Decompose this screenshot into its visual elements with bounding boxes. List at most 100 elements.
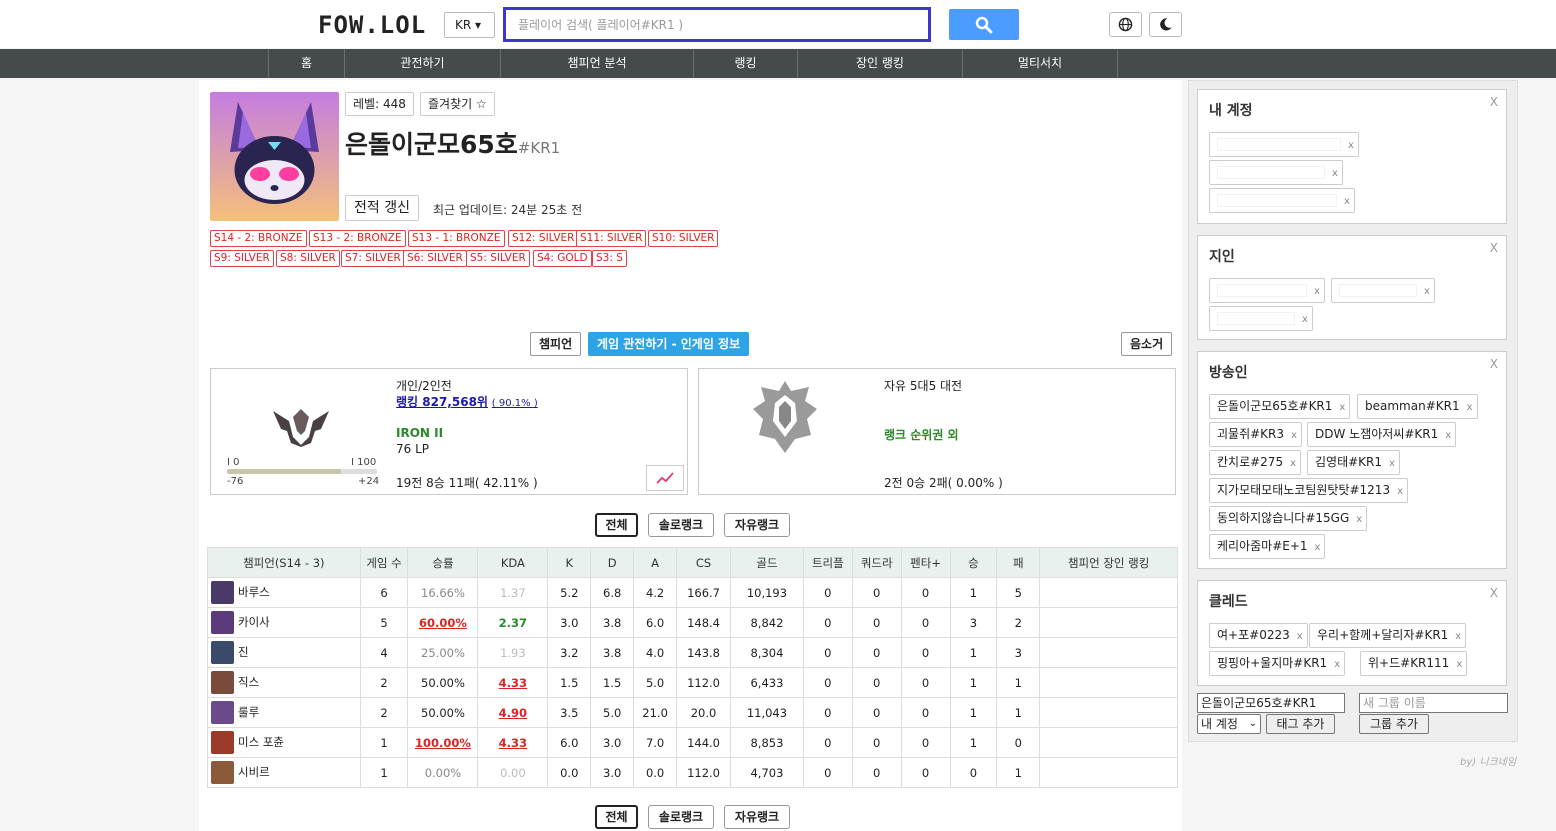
refresh-button[interactable]: 전적 갱신 (345, 195, 419, 221)
solo-ranking[interactable]: 랭킹 827,568위 ( 90.1% ) (396, 393, 538, 410)
player-chip[interactable]: 지가모태모태노코팀원탓탓#1213 x (1209, 478, 1408, 503)
column-header[interactable]: 챔피언 장인 랭킹 (1039, 547, 1178, 578)
nav-home[interactable]: 홈 (268, 49, 344, 78)
tag-name-input[interactable]: 은돌이군모65호#KR1 (1197, 693, 1345, 713)
remove-icon[interactable]: x (1456, 659, 1462, 670)
remove-icon[interactable]: x (1332, 168, 1338, 179)
player-chip[interactable]: 동의하지않습니다#15GG x (1209, 506, 1368, 531)
close-icon[interactable]: X (1490, 586, 1498, 600)
nav-champion-analysis[interactable]: 챔피언 분석 (500, 49, 693, 78)
filter-flex-bottom[interactable]: 자유랭크 (724, 805, 790, 829)
player-chip[interactable]: 핑핑아+울지마#KR1 x (1209, 651, 1346, 676)
close-icon[interactable]: X (1490, 95, 1498, 109)
region-select[interactable]: KR ▾ (444, 12, 495, 38)
column-header[interactable]: KDA (477, 547, 549, 578)
filter-all-top[interactable]: 전체 (595, 513, 638, 537)
friend-chip[interactable]: x (1331, 278, 1435, 303)
player-chip[interactable]: DDW 노잼아저씨#KR1 x (1307, 422, 1457, 447)
solo-ranking-value[interactable]: 랭킹 827,568위 (396, 395, 488, 409)
group-name-input[interactable]: 새 그룹 이름 (1359, 693, 1508, 713)
player-chip[interactable]: 여+포#0223 x (1209, 623, 1308, 648)
remove-icon[interactable]: x (1344, 196, 1350, 207)
champion-cell[interactable]: 시비르 (207, 757, 361, 788)
player-chip[interactable]: 케리아줌마#E+1 x (1209, 534, 1326, 559)
search-button[interactable] (949, 9, 1019, 40)
champion-cell[interactable]: 룰루 (207, 697, 361, 728)
friend-chip[interactable]: x (1209, 278, 1325, 303)
site-logo[interactable]: FOW.LOL (318, 11, 426, 39)
account-chip[interactable]: x (1209, 188, 1355, 213)
table-row[interactable]: 진 4 25.00% 1.93 3.2 3.8 4.0 143.8 8,304 0 0 0 1 3 (207, 637, 1178, 668)
remove-icon[interactable]: x (1314, 286, 1320, 297)
lp-graph-button[interactable] (646, 465, 684, 491)
player-chip[interactable]: 은돌이군모65호#KR1 x (1209, 394, 1351, 419)
nav-spectate[interactable]: 관전하기 (344, 49, 500, 78)
remove-icon[interactable]: x (1356, 514, 1362, 525)
remove-icon[interactable]: x (1397, 486, 1403, 497)
column-header[interactable]: A (633, 547, 678, 578)
player-chip[interactable]: 칸치로#275 x (1209, 450, 1302, 475)
group-select[interactable]: 내 계정 ⌄ (1197, 714, 1261, 734)
remove-icon[interactable]: x (1291, 430, 1297, 441)
column-header[interactable]: 트리플 (802, 547, 853, 578)
column-header[interactable]: CS (676, 547, 731, 578)
column-header[interactable]: D (590, 547, 635, 578)
table-row[interactable]: 시비르 1 0.00% 0.00 0.0 3.0 0.0 112.0 4,703 0 0 0 0 1 (207, 757, 1178, 788)
remove-icon[interactable]: x (1467, 402, 1473, 413)
remove-icon[interactable]: x (1389, 458, 1395, 469)
table-row[interactable]: 직스 2 50.00% 4.33 1.5 1.5 5.0 112.0 6,433 0 0 0 1 1 (207, 667, 1178, 698)
column-header[interactable]: 챔피언(S14 - 3) (207, 547, 361, 578)
remove-icon[interactable]: x (1315, 542, 1321, 553)
filter-solo-top[interactable]: 솔로랭크 (648, 513, 714, 537)
add-group-button[interactable]: 그룹 추가 (1359, 714, 1429, 734)
remove-icon[interactable]: x (1445, 430, 1451, 441)
table-row[interactable]: 미스 포츈 1 100.00% 4.33 6.0 3.0 7.0 144.0 8,853 0 0 0 1… (207, 727, 1178, 758)
player-chip[interactable]: beamman#KR1 x (1357, 394, 1478, 419)
friend-chip[interactable]: x (1209, 306, 1313, 331)
column-header[interactable]: 게임 수 (359, 547, 409, 578)
column-header[interactable]: K (547, 547, 592, 578)
champion-cell[interactable]: 직스 (207, 667, 361, 698)
table-row[interactable]: 바루스 6 16.66% 1.37 5.2 6.8 4.2 166.7 10,193 0 0 0 1 5 (207, 577, 1178, 608)
language-button[interactable] (1109, 12, 1142, 37)
column-header[interactable]: 승률 (407, 547, 479, 578)
table-row[interactable]: 룰루 2 50.00% 4.90 3.5 5.0 21.0 20.0 11,043 0 0 0 1 1 (207, 697, 1178, 728)
remove-icon[interactable]: x (1290, 458, 1296, 469)
nav-multisearch[interactable]: 멀티서치 (962, 49, 1118, 78)
favorite-button[interactable]: 즐겨찾기 ☆ (420, 92, 495, 116)
filter-flex-top[interactable]: 자유랭크 (724, 513, 790, 537)
column-header[interactable]: 펜타+ (900, 547, 951, 578)
account-chip[interactable]: x (1209, 160, 1343, 185)
player-chip[interactable]: 김영태#KR1 x (1307, 450, 1400, 475)
player-chip[interactable]: 위+드#KR111 x (1360, 651, 1468, 676)
account-chip[interactable]: x (1209, 132, 1359, 157)
filter-solo-bottom[interactable]: 솔로랭크 (648, 805, 714, 829)
player-chip[interactable]: 괴물쥐#KR3 x (1209, 422, 1302, 447)
close-icon[interactable]: X (1490, 357, 1498, 371)
mute-button[interactable]: 음소거 (1121, 332, 1173, 356)
champion-cell[interactable]: 미스 포츈 (207, 727, 361, 758)
champion-cell[interactable]: 카이사 (207, 607, 361, 638)
tab-champion[interactable]: 챔피언 (530, 332, 582, 356)
remove-icon[interactable]: x (1297, 631, 1303, 642)
table-row[interactable]: 카이사 5 60.00% 2.37 3.0 3.8 6.0 148.4 8,842 0 0 0 3 2 (207, 607, 1178, 638)
nav-ranking[interactable]: 랭킹 (693, 49, 797, 78)
champion-cell[interactable]: 진 (207, 637, 361, 668)
nav-master-ranking[interactable]: 장인 랭킹 (797, 49, 962, 78)
column-header[interactable]: 골드 (730, 547, 804, 578)
filter-all-bottom[interactable]: 전체 (595, 805, 638, 829)
column-header[interactable]: 승 (949, 547, 998, 578)
remove-icon[interactable]: x (1424, 286, 1430, 297)
player-chip[interactable]: 우리+함께+달리자#KR1 x (1309, 623, 1467, 648)
remove-icon[interactable]: x (1334, 659, 1340, 670)
close-icon[interactable]: X (1490, 241, 1498, 255)
search-input[interactable]: 플레이어 검색( 플레이어#KR1 ) (503, 7, 931, 42)
champion-cell[interactable]: 바루스 (207, 577, 361, 608)
column-header[interactable]: 패 (996, 547, 1041, 578)
tab-spectate-ingame[interactable]: 게임 관전하기 - 인게임 정보 (588, 332, 750, 356)
remove-icon[interactable]: x (1339, 402, 1345, 413)
remove-icon[interactable]: x (1455, 631, 1461, 642)
dark-mode-button[interactable] (1149, 12, 1182, 37)
remove-icon[interactable]: x (1302, 314, 1308, 325)
add-tag-button[interactable]: 태그 추가 (1266, 714, 1335, 734)
